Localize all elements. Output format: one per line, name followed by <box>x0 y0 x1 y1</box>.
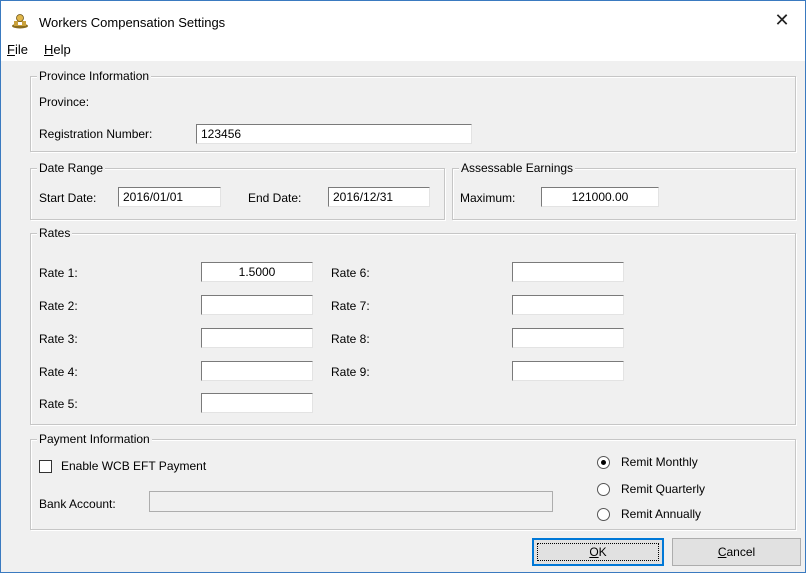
rate-3-field[interactable] <box>201 328 313 348</box>
enable-eft-label[interactable]: Enable WCB EFT Payment <box>61 459 206 473</box>
remit-annually-label[interactable]: Remit Annually <box>621 507 701 521</box>
remit-quarterly-radio[interactable] <box>597 483 610 496</box>
menu-help[interactable]: Help <box>44 42 71 57</box>
focus-rect <box>537 543 659 561</box>
rates-group: Rates Rate 1: 1.5000 Rate 2: Rate 3: Rat… <box>30 226 796 425</box>
rate-5-field[interactable] <box>201 393 313 413</box>
bank-account-field <box>149 491 553 512</box>
ok-button[interactable]: OK <box>532 538 664 566</box>
assessable-earnings-group: Assessable Earnings Maximum: 121000.00 <box>452 161 796 220</box>
remit-quarterly-label[interactable]: Remit Quarterly <box>621 482 705 496</box>
registration-number-field[interactable]: 123456 <box>196 124 472 144</box>
cancel-button[interactable]: Cancel <box>672 538 801 566</box>
date-range-group: Date Range Start Date: 2016/01/01 End Da… <box>30 161 445 220</box>
rate-6-label: Rate 6: <box>331 266 370 280</box>
registration-number-label: Registration Number: <box>39 127 153 141</box>
rate-7-field[interactable] <box>512 295 624 315</box>
rate-4-field[interactable] <box>201 361 313 381</box>
title-bar: Workers Compensation Settings ✕ <box>1 1 805 37</box>
radio-selected-dot <box>601 460 606 465</box>
rate-8-label: Rate 8: <box>331 332 370 346</box>
start-date-field[interactable]: 2016/01/01 <box>118 187 221 207</box>
maximum-label: Maximum: <box>460 191 516 205</box>
maximum-field[interactable]: 121000.00 <box>541 187 659 207</box>
rate-1-field[interactable]: 1.5000 <box>201 262 313 282</box>
end-date-field[interactable]: 2016/12/31 <box>328 187 430 207</box>
rate-9-field[interactable] <box>512 361 624 381</box>
enable-eft-checkbox[interactable] <box>39 460 52 473</box>
rates-legend: Rates <box>37 226 73 240</box>
end-date-label: End Date: <box>248 191 302 205</box>
start-date-label: Start Date: <box>39 191 97 205</box>
bank-account-label: Bank Account: <box>39 497 116 511</box>
rate-2-label: Rate 2: <box>39 299 78 313</box>
remit-annually-radio[interactable] <box>597 508 610 521</box>
rate-9-label: Rate 9: <box>331 365 370 379</box>
payment-information-legend: Payment Information <box>37 432 152 446</box>
assessable-earnings-legend: Assessable Earnings <box>459 161 576 175</box>
window-title: Workers Compensation Settings <box>39 15 226 30</box>
rate-1-label: Rate 1: <box>39 266 78 280</box>
menu-bar: File Help <box>1 37 805 61</box>
remit-monthly-label[interactable]: Remit Monthly <box>621 455 698 469</box>
rate-2-field[interactable] <box>201 295 313 315</box>
province-information-group: Province Information Province: Registrat… <box>30 69 796 152</box>
rate-7-label: Rate 7: <box>331 299 370 313</box>
remit-monthly-radio[interactable] <box>597 456 610 469</box>
rate-5-label: Rate 5: <box>39 397 78 411</box>
province-information-legend: Province Information <box>37 69 152 83</box>
date-range-legend: Date Range <box>37 161 106 175</box>
rate-8-field[interactable] <box>512 328 624 348</box>
close-icon[interactable]: ✕ <box>759 1 805 37</box>
province-label: Province: <box>39 95 90 109</box>
settings-window: Workers Compensation Settings ✕ File Hel… <box>0 0 806 573</box>
rate-3-label: Rate 3: <box>39 332 78 346</box>
payment-information-group: Payment Information Enable WCB EFT Payme… <box>30 432 796 530</box>
workers-comp-app-icon <box>11 13 29 29</box>
rate-6-field[interactable] <box>512 262 624 282</box>
menu-file[interactable]: File <box>7 42 28 57</box>
rate-4-label: Rate 4: <box>39 365 78 379</box>
